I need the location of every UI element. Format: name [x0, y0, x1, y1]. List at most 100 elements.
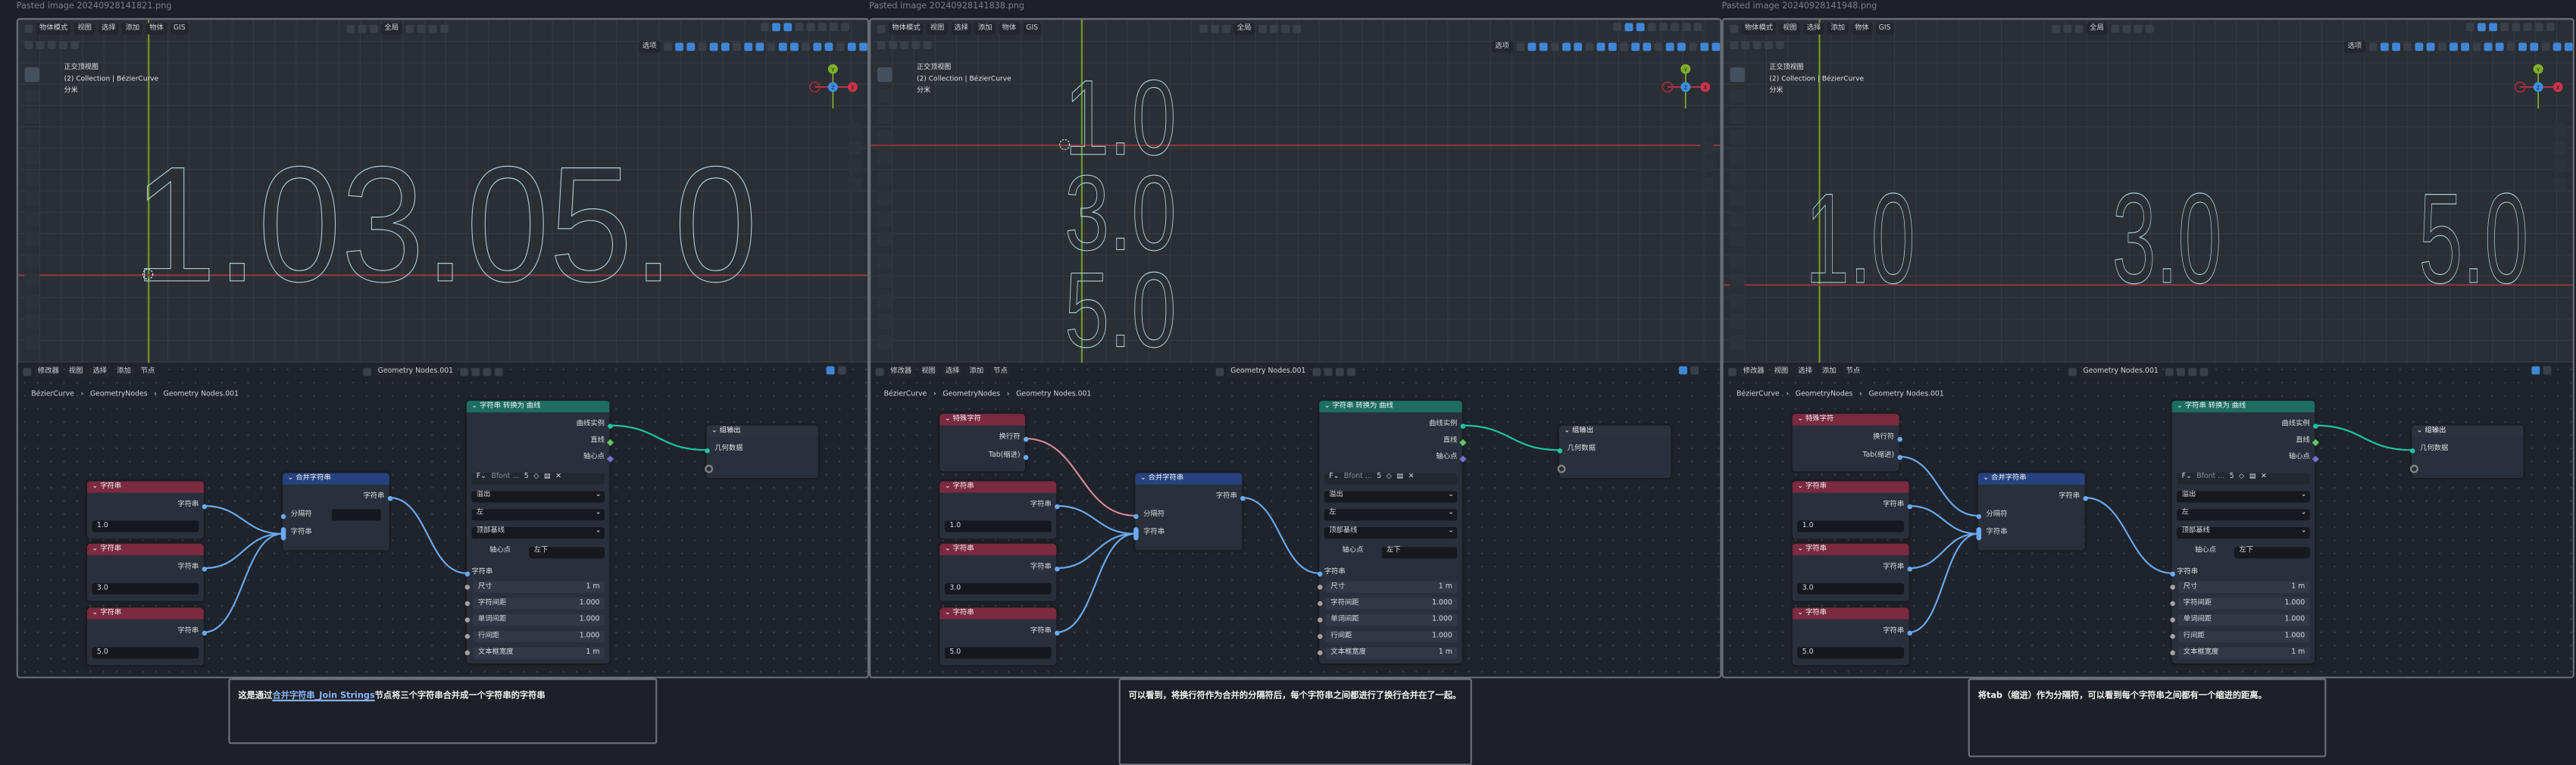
string-value-field[interactable]: 5.0	[92, 647, 199, 659]
special-characters-node-header[interactable]: ⌄ 特殊字符	[939, 414, 1026, 426]
collapse-chevron-icon[interactable]: ⌄	[945, 483, 953, 492]
pivot-dropdown[interactable]: 左下	[529, 547, 605, 558]
collapse-chevron-icon[interactable]: ⌄	[711, 427, 720, 436]
font-selector[interactable]: F⌄ Bfont ... 5 ◇ ▤ ✕	[1324, 473, 1458, 484]
text-property-field[interactable]: 单词间距 1.000	[1325, 613, 1458, 626]
open-folder-icon[interactable]: ▤	[1396, 473, 1403, 483]
collapse-chevron-icon[interactable]: ⌄	[1324, 402, 1333, 411]
string-node-header[interactable]: ⌄ 字符串	[86, 481, 204, 493]
collapse-chevron-icon[interactable]: ⌄	[1797, 416, 1805, 424]
fake-user-shield-icon[interactable]: ◇	[2239, 473, 2244, 483]
string-output-socket[interactable]	[201, 566, 207, 571]
fake-user-shield-icon[interactable]: ◇	[533, 473, 539, 483]
text-property-field[interactable]: 文本框宽度 1 m	[2178, 646, 2310, 658]
string-node-header[interactable]: ⌄ 字符串	[939, 481, 1057, 493]
align-y-dropdown[interactable]: 顶部基线 ⌄	[2177, 527, 2310, 539]
string-node-header[interactable]: ⌄ 字符串	[1792, 481, 1909, 493]
string-node[interactable]: ⌄ 字符串 字符串 3.0	[1792, 543, 1912, 601]
string-node-header[interactable]: ⌄ 字符串	[939, 543, 1057, 555]
collapse-chevron-icon[interactable]: ⌄	[1797, 609, 1805, 617]
string-value-field[interactable]: 1.0	[944, 520, 1052, 532]
string-output-socket[interactable]	[1054, 566, 1059, 571]
node-editor[interactable]: 修改器 视图 选择 添加 节点 Geometry Nodes.001 BézierCurve…	[1723, 363, 2573, 677]
group-output-node-header[interactable]: ⌄ 组输出	[1558, 425, 1671, 437]
font-selector[interactable]: F⌄ Bfont ... 5 ◇ ▤ ✕	[471, 473, 605, 484]
strings-multi-input-socket[interactable]	[280, 527, 286, 541]
string-node-header[interactable]: ⌄ 字符串	[1792, 543, 1909, 555]
text-property-field[interactable]: 行间距 1.000	[1325, 629, 1458, 642]
3d-viewport[interactable]: 物体模式 视图 选择 添加 物体 GIS 全局 选项 正交顶视图 (2) Collection |…	[17, 20, 868, 364]
text-property-field[interactable]: 字符间距 1.000	[1325, 597, 1458, 609]
join-strings-node[interactable]: ⌄ 合并字符串 字符串 分隔符 字符串	[1133, 473, 1245, 551]
collapse-chevron-icon[interactable]: ⌄	[92, 483, 100, 492]
pivot-dropdown[interactable]: 左下	[2234, 547, 2310, 558]
string-node[interactable]: ⌄ 字符串 字符串 1.0	[1792, 481, 1912, 539]
string-output-socket[interactable]	[201, 629, 207, 635]
collapse-chevron-icon[interactable]: ⌄	[1564, 427, 1572, 436]
string-output-socket[interactable]	[1054, 503, 1059, 509]
join-strings-node-header[interactable]: ⌄ 合并字符串	[1977, 473, 2085, 485]
string-node[interactable]: ⌄ 字符串 字符串 3.0	[86, 543, 207, 601]
special-characters-node-header[interactable]: ⌄ 特殊字符	[1792, 414, 1899, 426]
string-value-field[interactable]: 3.0	[92, 582, 199, 595]
string-node-header[interactable]: ⌄ 字符串	[1792, 607, 1909, 620]
string-to-curves-node-header[interactable]: ⌄ 字符串 转换为 曲线	[466, 401, 610, 413]
collapse-chevron-icon[interactable]: ⌄	[1140, 475, 1149, 483]
collapse-chevron-icon[interactable]: ⌄	[92, 609, 100, 617]
3d-viewport[interactable]: 物体模式 视图 选择 添加 物体 GIS 全局 选项 正交顶视图 (2) Collection |…	[871, 20, 1721, 364]
group-output-node[interactable]: ⌄ 组输出 几何数据	[704, 425, 818, 478]
string-output-socket[interactable]	[1906, 629, 1912, 635]
join-strings-node[interactable]: ⌄ 合并字符串 字符串 分隔符 字符串	[280, 473, 392, 551]
text-property-field[interactable]: 尺寸 1 m	[2178, 580, 2310, 592]
string-to-curves-node[interactable]: ⌄ 字符串 转换为 曲线 曲线实例 直线 轴心点 F⌄ Bfont ... 5 ◇ ▤ ✕ 溢出 ⌄ 左…	[464, 401, 614, 664]
close-icon[interactable]: ✕	[2261, 473, 2267, 483]
delimiter-field[interactable]	[332, 509, 382, 521]
align-x-dropdown[interactable]: 左 ⌄	[2177, 509, 2310, 520]
string-node-header[interactable]: ⌄ 字符串	[86, 607, 204, 620]
align-y-dropdown[interactable]: 顶部基线 ⌄	[1324, 527, 1458, 539]
overflow-dropdown[interactable]: 溢出 ⌄	[1324, 491, 1458, 502]
3d-viewport[interactable]: 物体模式 视图 选择 添加 物体 GIS 全局 选项 正交顶视图 (2) Collection |…	[1723, 20, 2573, 364]
overflow-dropdown[interactable]: 溢出 ⌄	[471, 491, 605, 502]
curve-output-socket[interactable]	[1459, 423, 1465, 428]
collapse-chevron-icon[interactable]: ⌄	[945, 609, 953, 617]
collapse-chevron-icon[interactable]: ⌄	[1797, 483, 1805, 492]
join-strings-node-header[interactable]: ⌄ 合并字符串	[282, 473, 389, 485]
string-value-field[interactable]: 3.0	[944, 582, 1052, 595]
text-property-field[interactable]: 字符间距 1.000	[2178, 597, 2310, 609]
collapse-chevron-icon[interactable]: ⌄	[287, 475, 295, 483]
overflow-dropdown[interactable]: 溢出 ⌄	[2177, 491, 2310, 502]
text-property-field[interactable]: 行间距 1.000	[473, 629, 605, 642]
string-node[interactable]: ⌄ 字符串 字符串 1.0	[939, 481, 1059, 539]
special-output-socket[interactable]	[1896, 454, 1902, 460]
join-output-socket[interactable]	[1240, 495, 1245, 501]
node-editor[interactable]: 修改器 视图 选择 添加 节点 Geometry Nodes.001 BézierCurve…	[871, 363, 1721, 677]
special-output-socket[interactable]	[1022, 436, 1028, 442]
string-to-curves-node-header[interactable]: ⌄ 字符串 转换为 曲线	[2171, 401, 2315, 413]
string-node[interactable]: ⌄ 字符串 字符串 5.0	[86, 607, 207, 666]
string-output-socket[interactable]	[201, 503, 207, 509]
collapse-chevron-icon[interactable]: ⌄	[945, 416, 953, 424]
string-to-curves-node[interactable]: ⌄ 字符串 转换为 曲线 曲线实例 直线 轴心点 F⌄ Bfont ... 5 ◇ ▤ ✕ 溢出 ⌄ 左…	[2169, 401, 2318, 664]
text-property-field[interactable]: 文本框宽度 1 m	[1325, 646, 1458, 658]
collapse-chevron-icon[interactable]: ⌄	[945, 545, 953, 554]
string-node-header[interactable]: ⌄ 字符串	[86, 543, 204, 555]
collapse-chevron-icon[interactable]: ⌄	[2177, 402, 2185, 411]
string-output-socket[interactable]	[1906, 566, 1912, 571]
string-node[interactable]: ⌄ 字符串 字符串 5.0	[939, 607, 1059, 666]
collapse-chevron-icon[interactable]: ⌄	[1797, 545, 1805, 554]
text-property-field[interactable]: 行间距 1.000	[2178, 629, 2310, 642]
join-strings-link[interactable]: 合并字符串_Join Strings	[272, 692, 374, 701]
fake-user-shield-icon[interactable]: ◇	[1386, 473, 1392, 483]
join-output-socket[interactable]	[386, 495, 392, 501]
join-output-socket[interactable]	[2082, 495, 2087, 501]
string-node-header[interactable]: ⌄ 字符串	[939, 607, 1057, 620]
text-property-field[interactable]: 文本框宽度 1 m	[473, 646, 605, 658]
special-output-socket[interactable]	[1022, 454, 1028, 460]
close-icon[interactable]: ✕	[1408, 473, 1415, 483]
join-strings-node-header[interactable]: ⌄ 合并字符串	[1135, 473, 1243, 485]
group-output-node[interactable]: ⌄ 组输出 几何数据	[1556, 425, 1671, 478]
collapse-chevron-icon[interactable]: ⌄	[2417, 427, 2425, 436]
close-icon[interactable]: ✕	[555, 473, 561, 483]
curve-output-socket[interactable]	[2312, 423, 2318, 428]
